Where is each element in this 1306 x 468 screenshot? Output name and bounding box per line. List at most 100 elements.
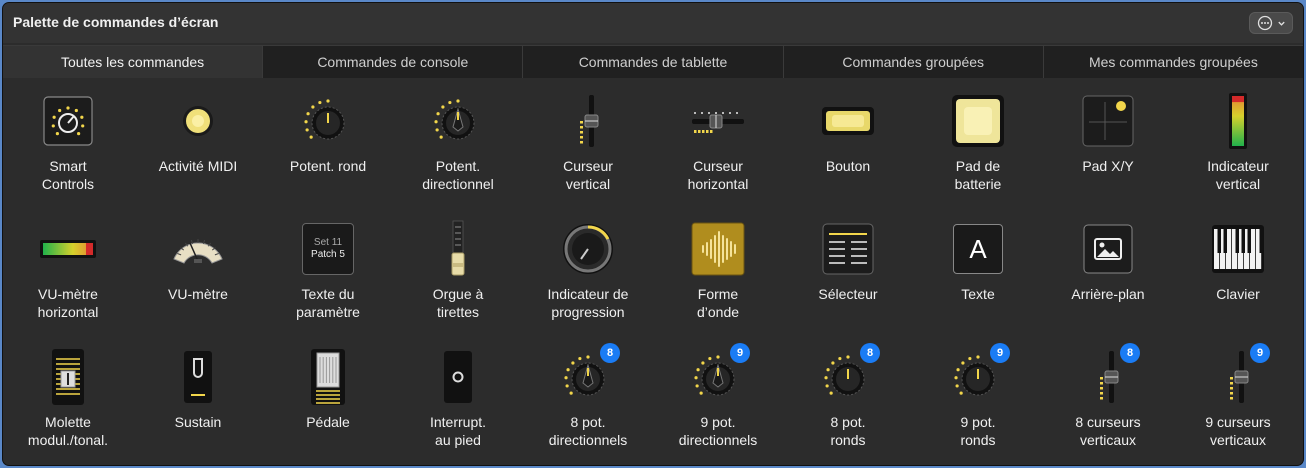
round-knob-icon: 8 — [818, 343, 880, 407]
control-item[interactable]: Sustain — [133, 339, 263, 459]
horizontal-vu-meter-icon — [38, 219, 98, 279]
vertical-slider-icon — [558, 91, 618, 151]
control-item[interactable]: 8 8 pot. ronds — [783, 339, 913, 459]
directional-knob-icon — [428, 91, 488, 151]
vu-meter-icon — [168, 219, 228, 279]
control-label: Molette modul./tonal. — [27, 414, 109, 448]
control-item[interactable]: 8 8 pot. directionnels — [523, 339, 653, 459]
drawbar-icon — [428, 219, 488, 279]
waveform-icon — [688, 219, 748, 279]
control-label: VU-mètre horizontal — [37, 286, 99, 320]
more-options-button[interactable] — [1249, 12, 1293, 34]
parameter-text-line2: Patch 5 — [311, 249, 345, 260]
control-label: 8 curseurs verticaux — [1075, 414, 1141, 448]
control-item[interactable]: Bouton — [783, 83, 913, 203]
count-badge: 8 — [600, 343, 620, 363]
tab-my-grouped-controls[interactable]: Mes commandes groupées — [1042, 46, 1303, 78]
control-item[interactable]: Set 11 Patch 5 Texte du paramètre — [263, 211, 393, 331]
control-item[interactable]: Indicateur de progression — [523, 211, 653, 331]
control-item[interactable]: VU-mètre horizontal — [3, 211, 133, 331]
control-label: Orgue à tirettes — [432, 286, 484, 320]
control-label: Activité MIDI — [158, 158, 238, 174]
control-label: Pédale — [306, 414, 350, 430]
control-item[interactable]: Orgue à tirettes — [393, 211, 523, 331]
count-badge: 8 — [860, 343, 880, 363]
control-item[interactable]: Molette modul./tonal. — [3, 339, 133, 459]
tab-bar: Toutes les commandes Commandes de consol… — [3, 45, 1303, 78]
control-label: 9 curseurs verticaux — [1205, 414, 1271, 448]
control-label: Pad de batterie — [954, 158, 1002, 192]
control-label: Forme d’onde — [696, 286, 740, 320]
midi-activity-icon — [168, 91, 228, 151]
control-item[interactable]: Pad de batterie — [913, 83, 1043, 203]
pedal-icon — [298, 347, 358, 407]
picker-icon — [818, 219, 878, 279]
button-icon — [818, 91, 878, 151]
control-item[interactable]: Potent. rond — [263, 83, 393, 203]
control-label: Sustain — [174, 414, 222, 430]
control-label: VU-mètre — [168, 286, 228, 302]
control-label: Bouton — [825, 158, 871, 174]
drum-pad-icon — [948, 91, 1008, 151]
control-label: Indicateur de progression — [547, 286, 629, 320]
parameter-text-line1: Set 11 — [313, 237, 343, 248]
control-label: Potent. directionnel — [422, 158, 494, 192]
control-item[interactable]: 9 9 pot. ronds — [913, 339, 1043, 459]
sustain-icon — [168, 347, 228, 407]
xy-pad-icon — [1078, 91, 1138, 151]
control-item[interactable]: A Texte — [913, 211, 1043, 331]
count-badge: 8 — [1120, 343, 1140, 363]
control-item[interactable]: Curseur horizontal — [653, 83, 783, 203]
control-item[interactable]: Indicateur vertical — [1173, 83, 1303, 203]
directional-knob-icon: 8 — [558, 343, 620, 407]
tab-tablet-controls[interactable]: Commandes de tablette — [522, 46, 782, 78]
horizontal-slider-icon — [688, 91, 748, 151]
directional-knob-icon: 9 — [688, 343, 750, 407]
control-item[interactable]: Pédale — [263, 339, 393, 459]
vertical-meter-icon — [1208, 91, 1268, 151]
control-label: Arrière-plan — [1071, 286, 1145, 302]
control-item[interactable]: Interrupt. au pied — [393, 339, 523, 459]
control-item[interactable]: 9 9 curseurs verticaux — [1173, 339, 1303, 459]
footswitch-icon — [428, 347, 488, 407]
control-item[interactable]: Forme d’onde — [653, 211, 783, 331]
keyboard-icon — [1208, 219, 1268, 279]
control-item[interactable]: Potent. directionnel — [393, 83, 523, 203]
control-label: Indicateur vertical — [1207, 158, 1269, 192]
control-label: 8 pot. directionnels — [548, 414, 628, 448]
control-palette-window: Palette de commandes d’écran Toutes les … — [2, 2, 1304, 466]
control-label: Potent. rond — [289, 158, 367, 174]
control-label: Pad X/Y — [1082, 158, 1134, 174]
control-item[interactable]: Clavier — [1173, 211, 1303, 331]
control-item[interactable]: Arrière-plan — [1043, 211, 1173, 331]
round-knob-icon — [298, 91, 358, 151]
control-label: Texte — [961, 286, 995, 302]
title-bar: Palette de commandes d’écran — [3, 3, 1303, 43]
control-label: Curseur horizontal — [687, 158, 749, 192]
control-item[interactable]: Pad X/Y — [1043, 83, 1173, 203]
control-label: Texte du paramètre — [296, 286, 360, 320]
chevron-down-icon — [1277, 21, 1285, 26]
control-item[interactable]: VU-mètre — [133, 211, 263, 331]
control-item[interactable]: Sélecteur — [783, 211, 913, 331]
tab-console-controls[interactable]: Commandes de console — [262, 46, 522, 78]
tab-all-controls[interactable]: Toutes les commandes — [3, 46, 263, 78]
control-item[interactable]: 8 8 curseurs verticaux — [1043, 339, 1173, 459]
round-knob-icon: 9 — [948, 343, 1010, 407]
control-item[interactable]: Activité MIDI — [133, 83, 263, 203]
text-glyph: A — [953, 224, 1003, 274]
vertical-slider-icon: 9 — [1208, 343, 1270, 407]
count-badge: 9 — [1250, 343, 1270, 363]
control-label: Interrupt. au pied — [429, 414, 487, 448]
progress-indicator-icon — [558, 219, 618, 279]
tab-grouped-controls[interactable]: Commandes groupées — [782, 46, 1043, 78]
control-label: 8 pot. ronds — [830, 414, 866, 448]
control-item[interactable]: 9 9 pot. directionnels — [653, 339, 783, 459]
mod-pitch-wheel-icon — [38, 347, 98, 407]
ellipsis-circle-icon — [1257, 15, 1272, 31]
parameter-text-icon: Set 11 Patch 5 — [298, 219, 358, 279]
control-label: Clavier — [1216, 286, 1260, 302]
control-item[interactable]: Smart Controls — [3, 83, 133, 203]
control-item[interactable]: Curseur vertical — [523, 83, 653, 203]
controls-grid: Smart Controls Activité MIDI Potent. ron… — [3, 83, 1303, 463]
